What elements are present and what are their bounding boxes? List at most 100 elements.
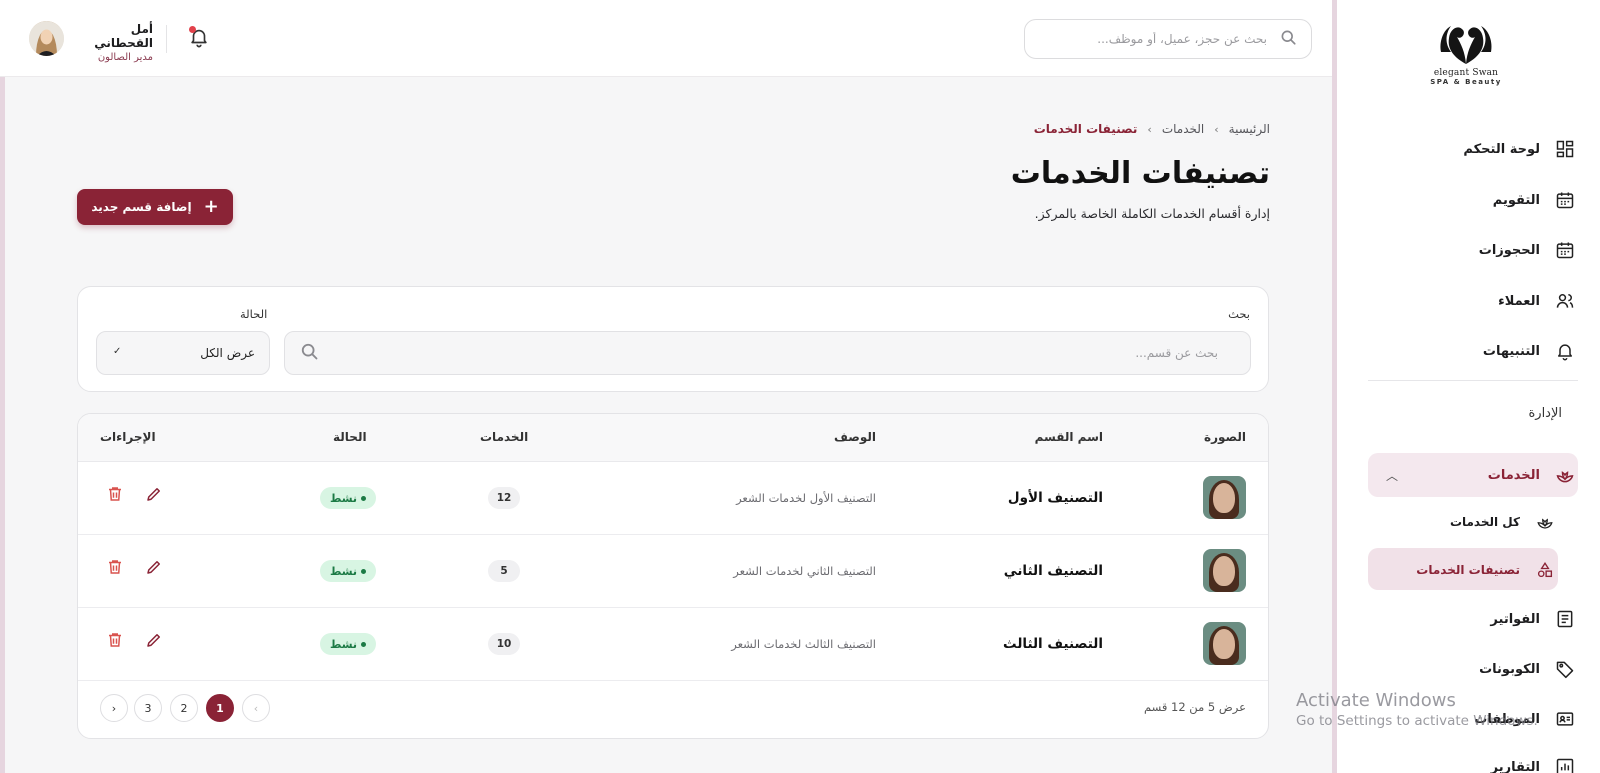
delete-button[interactable]: [104, 483, 126, 505]
category-search-input[interactable]: [319, 346, 1218, 360]
page-accent-bar: [0, 77, 5, 773]
sidebar-item-label: التقويم: [1492, 192, 1540, 208]
plus-icon: +: [203, 196, 219, 217]
add-category-label: إضافة قسم جديد: [91, 200, 192, 214]
users-icon: [1554, 290, 1576, 312]
table-header: الصورة اسم القسم الوصف الخدمات الحالة ال…: [78, 414, 1268, 462]
invoice-icon: [1554, 608, 1576, 630]
category-image: [1203, 549, 1246, 592]
col-actions: الإجراءات: [100, 430, 156, 444]
user-info[interactable]: أمل القحطاني مدير الصالون: [75, 22, 153, 63]
sidebar-item-label: التنبيهات: [1482, 343, 1540, 359]
status-dot: [361, 495, 367, 501]
delete-button[interactable]: [104, 556, 126, 578]
search-label: بحث: [1228, 307, 1250, 321]
status-badge: نشط: [320, 560, 376, 582]
table-row[interactable]: التصنيف الثالث التصنيف الثالث لخدمات الش…: [78, 608, 1268, 681]
sidebar-item-reports[interactable]: التقارير: [1370, 745, 1576, 773]
bell-icon: [1554, 340, 1576, 362]
sidebar-item-label: الكوبونات: [1479, 661, 1540, 677]
search-icon: [299, 341, 319, 365]
category-name: التصنيف الثاني: [1003, 563, 1103, 579]
trash-icon: [109, 633, 121, 647]
user-role: مدير الصالون: [97, 52, 153, 63]
sidebar: elegant Swan SPA & Beauty لوحة التحكم ال…: [1332, 0, 1600, 773]
category-search[interactable]: [284, 331, 1251, 375]
status-dot: [361, 568, 367, 574]
divider: [166, 25, 167, 53]
logo-tagline: SPA & Beauty: [1430, 78, 1502, 86]
lotus-icon: [1554, 464, 1576, 486]
col-image: الصورة: [1204, 430, 1246, 444]
pagination-info: عرض 5 من 12 قسم: [1143, 700, 1246, 714]
status-select[interactable]: عرض الكل ✓: [96, 331, 270, 375]
status-label: الحالة: [240, 307, 268, 321]
category-description: التصنيف الثاني لخدمات الشعر: [733, 564, 876, 578]
chevron-down-icon: ✓: [113, 346, 122, 357]
avatar[interactable]: [29, 21, 64, 56]
watermark-subtitle: Go to Settings to activate Windows.: [1296, 713, 1538, 729]
add-category-button[interactable]: + إضافة قسم جديد: [77, 189, 233, 225]
table-footer: عرض 5 من 12 قسم ‹ 1 2 3 ›: [78, 678, 1268, 738]
global-search[interactable]: [1024, 19, 1312, 59]
edit-button[interactable]: [143, 629, 165, 651]
page-1-button[interactable]: 1: [206, 694, 234, 722]
status-badge: نشط: [320, 633, 376, 655]
edit-button[interactable]: [143, 556, 165, 578]
pencil-icon: [147, 488, 160, 501]
sidebar-item-calendar[interactable]: التقويم: [1370, 178, 1576, 222]
next-page-button[interactable]: ›: [100, 694, 128, 722]
activate-windows-watermark: Activate Windows Go to Settings to activ…: [1296, 690, 1538, 729]
col-description: الوصف: [833, 430, 876, 444]
category-name: التصنيف الأول: [1007, 490, 1103, 506]
shapes-icon: [1534, 559, 1556, 581]
dashboard-icon: [1554, 138, 1576, 160]
page-subtitle: إدارة أقسام الخدمات الكاملة الخاصة بالمر…: [1034, 206, 1270, 221]
sidebar-item-label: تصنيفات الخدمات: [1416, 563, 1520, 577]
delete-button[interactable]: [104, 629, 126, 651]
breadcrumb-home[interactable]: الرئيسية: [1229, 122, 1270, 136]
trash-icon: [109, 560, 121, 574]
sidebar-item-label: كل الخدمات: [1449, 515, 1520, 529]
edit-button[interactable]: [143, 483, 165, 505]
status-select-value: عرض الكل: [200, 346, 255, 360]
id-card-icon: [1554, 708, 1576, 730]
sidebar-subitem-categories[interactable]: تصنيفات الخدمات: [1376, 548, 1556, 592]
col-services: الخدمات: [480, 430, 529, 444]
sidebar-item-label: الفواتير: [1490, 611, 1540, 627]
sidebar-item-coupons[interactable]: الكوبونات: [1370, 647, 1576, 691]
services-count: 10: [488, 633, 520, 655]
page-2-button[interactable]: 2: [170, 694, 198, 722]
prev-page-button[interactable]: ‹: [242, 694, 270, 722]
tag-icon: [1554, 658, 1576, 680]
sidebar-subitem-all-services[interactable]: كل الخدمات: [1376, 500, 1556, 544]
breadcrumb-services[interactable]: الخدمات: [1162, 122, 1204, 136]
notifications-button[interactable]: [188, 26, 210, 48]
table-row[interactable]: التصنيف الثاني التصنيف الثاني لخدمات الش…: [78, 535, 1268, 608]
sidebar-item-label: الحجوزات: [1478, 242, 1540, 258]
col-status: الحالة: [333, 430, 367, 444]
sidebar-item-services-row[interactable]: الخدمات: [1370, 453, 1576, 497]
col-name: اسم القسم: [1034, 430, 1103, 444]
sidebar-item-bookings[interactable]: الحجوزات: [1370, 228, 1576, 272]
global-search-input[interactable]: [1047, 32, 1267, 46]
status-dot: [361, 641, 367, 647]
page-3-button[interactable]: 3: [134, 694, 162, 722]
top-bar: أمل القحطاني مدير الصالون: [0, 0, 1341, 77]
table-row[interactable]: التصنيف الأول التصنيف الأول لخدمات الشعر…: [78, 462, 1268, 535]
sidebar-section-label: الإدارة: [1528, 406, 1562, 421]
sidebar-item-invoices[interactable]: الفواتير: [1370, 597, 1576, 641]
watermark-title: Activate Windows: [1296, 690, 1456, 711]
page-title: تصنيفات الخدمات: [1010, 156, 1270, 191]
status-badge: نشط: [320, 487, 376, 509]
category-description: التصنيف الأول لخدمات الشعر: [736, 491, 876, 505]
chevron-left-icon: ›: [1214, 122, 1219, 136]
sidebar-item-clients[interactable]: العملاء: [1370, 279, 1576, 323]
notification-dot: [189, 26, 196, 33]
breadcrumb: الرئيسية › الخدمات › تصنيفات الخدمات: [1034, 122, 1270, 136]
sidebar-item-dashboard[interactable]: لوحة التحكم: [1370, 127, 1576, 171]
sidebar-item-label: العملاء: [1498, 293, 1540, 309]
status-badge-text: نشط: [329, 564, 358, 578]
sidebar-item-alerts[interactable]: التنبيهات: [1370, 329, 1576, 373]
chevron-left-icon: ›: [1147, 122, 1152, 136]
